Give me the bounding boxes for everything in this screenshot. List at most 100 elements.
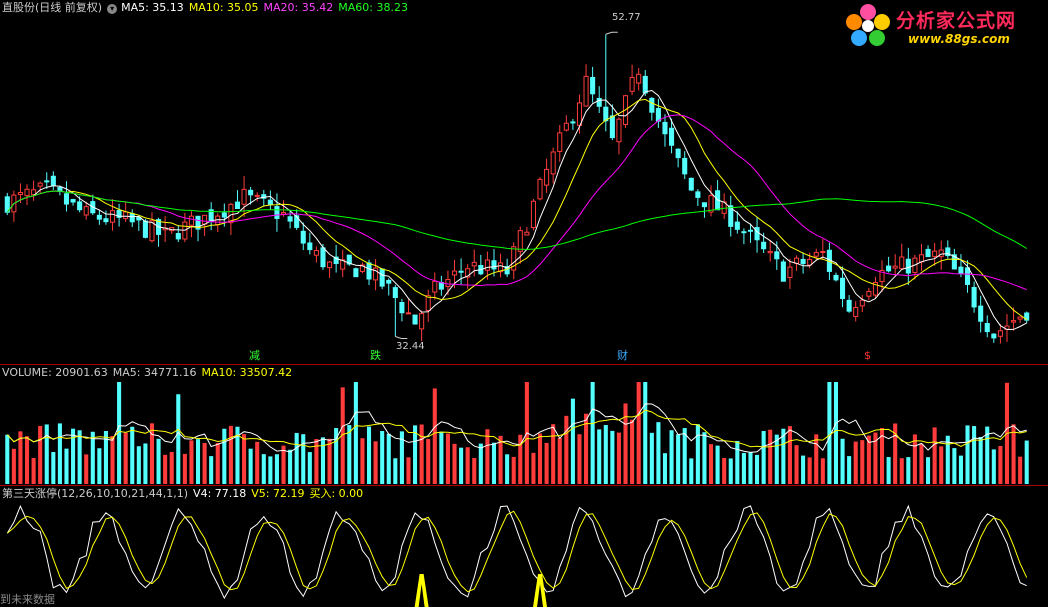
candle — [701, 202, 707, 208]
flower-logo-icon — [846, 4, 890, 46]
volume-bar — [156, 438, 161, 484]
volume-bar — [97, 448, 102, 484]
volume-bar — [11, 448, 16, 484]
candle — [859, 299, 865, 307]
candle — [557, 132, 563, 152]
volume-bar — [77, 430, 82, 484]
candle — [682, 157, 688, 175]
volume-bar — [682, 428, 687, 484]
volume-bar — [195, 439, 201, 484]
volume-bar — [189, 440, 194, 484]
candle — [761, 241, 767, 250]
candle — [524, 231, 530, 236]
candle — [280, 211, 287, 215]
candle — [590, 76, 596, 95]
volume-bar — [860, 440, 865, 484]
candle — [675, 148, 681, 159]
volume-bar — [847, 456, 852, 484]
volume-bar — [932, 427, 937, 484]
dropdown-icon[interactable]: ▾ — [107, 4, 118, 14]
candle — [774, 251, 780, 260]
candle — [780, 261, 786, 282]
volume-bar — [649, 432, 654, 484]
candle — [662, 121, 668, 135]
candle — [576, 102, 583, 126]
ma10-value: MA10: 35.05 — [188, 1, 259, 14]
volume-bar — [373, 441, 378, 484]
candle — [767, 250, 773, 254]
volume-bar — [491, 442, 497, 484]
volume-bar — [31, 457, 36, 484]
volume-bar — [833, 382, 839, 484]
volume-bar — [136, 446, 141, 484]
volume-bar — [406, 457, 411, 484]
volume-bar — [958, 455, 963, 484]
volume-bar — [965, 425, 970, 484]
volume-bar — [366, 426, 372, 484]
volume-bar — [952, 448, 957, 484]
event-marker-dividend[interactable]: $ — [864, 349, 871, 362]
volume-bar — [643, 382, 648, 484]
candle — [918, 254, 925, 263]
candle — [958, 266, 964, 274]
volume-bar — [728, 458, 733, 484]
volume-bar — [761, 431, 766, 484]
volume-bar — [676, 434, 681, 484]
volume-bar — [1024, 440, 1029, 484]
candle — [353, 268, 359, 278]
low-pointer — [395, 336, 408, 339]
candle — [386, 279, 392, 284]
volume-ma10-value: MA10: 33507.42 — [201, 366, 293, 379]
volume-bar — [531, 452, 536, 484]
volume-bar — [51, 452, 56, 484]
candle — [629, 76, 635, 92]
volume-bar — [353, 382, 358, 484]
ma5-value: MA5: 35.13 — [121, 1, 184, 14]
event-marker-fall[interactable]: 跌 — [370, 349, 381, 362]
candle — [274, 206, 280, 219]
volume-bar — [360, 438, 365, 484]
candle — [787, 266, 793, 278]
volume-bar — [801, 455, 806, 484]
candle — [188, 215, 194, 226]
candle — [695, 191, 701, 198]
volume-bar — [939, 446, 944, 484]
candle — [254, 194, 260, 197]
candle — [77, 201, 83, 211]
volume-bar — [597, 429, 602, 484]
volume-bar — [505, 454, 510, 484]
candle — [379, 268, 385, 287]
volume-bar — [130, 426, 135, 484]
volume-bar — [741, 452, 746, 484]
candle — [17, 192, 23, 196]
logo-name: 分析家公式网 — [896, 10, 1017, 32]
candle — [313, 249, 319, 256]
price-panel-header: 直股份(日线 前复权) ▾ MA5: 35.13 MA10: 35.05 MA20: 3… — [2, 1, 413, 15]
volume-bar — [899, 458, 904, 484]
indicator-name[interactable]: 第三天涨停(12,26,10,10,21,44,1,1) — [2, 487, 188, 500]
candle — [24, 188, 30, 197]
volume-bar — [228, 425, 233, 484]
volume-bar — [827, 382, 832, 484]
stock-chart[interactable] — [0, 0, 1048, 607]
volume-bar — [459, 447, 464, 484]
volume-bar — [972, 426, 977, 484]
event-marker-reduce[interactable]: 减 — [249, 349, 260, 362]
volume-bar — [735, 440, 740, 484]
candle — [997, 330, 1003, 337]
candle — [491, 260, 497, 270]
event-marker-finance[interactable]: 财 — [617, 349, 628, 362]
volume-bar — [926, 457, 931, 484]
candle — [399, 302, 405, 314]
candle — [44, 180, 50, 183]
volume-bar — [143, 443, 148, 484]
volume-bar — [288, 449, 293, 484]
candle — [471, 261, 477, 267]
candle — [517, 230, 523, 252]
candle — [905, 258, 911, 274]
high-pointer — [605, 31, 618, 35]
ma60-value: MA60: 38.23 — [338, 1, 408, 14]
candle — [287, 216, 293, 222]
candle — [202, 214, 208, 225]
stock-title[interactable]: 直股份(日线 前复权) — [2, 1, 102, 14]
